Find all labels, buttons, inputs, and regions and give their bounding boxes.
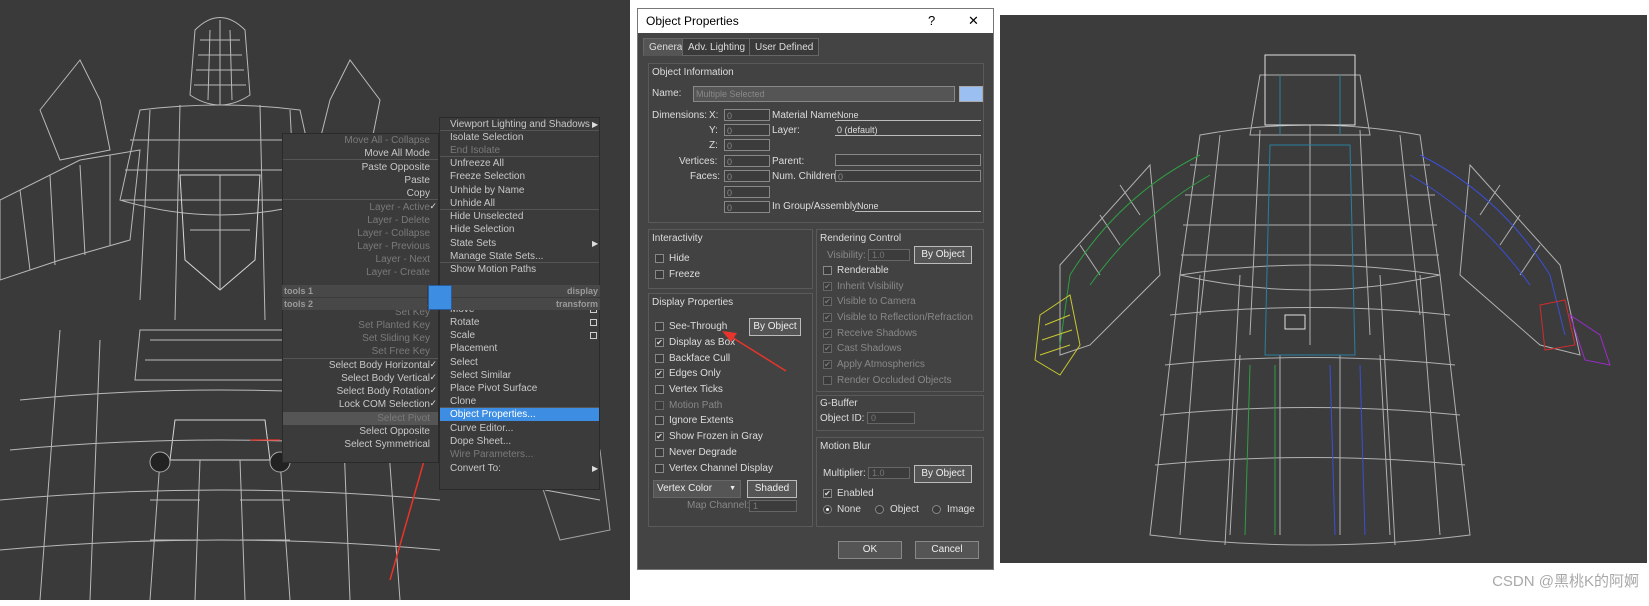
display-as-box-head bbox=[1264, 54, 1356, 126]
settings-box-icon[interactable] bbox=[590, 332, 597, 339]
tools1-header-left: tools 1 bbox=[282, 285, 427, 297]
menu-separator bbox=[440, 156, 599, 157]
quad-right-item[interactable]: Isolate Selection bbox=[450, 131, 595, 144]
quad-left-item[interactable]: Select Body Rotation bbox=[285, 385, 430, 398]
quad-right-item[interactable]: Unhide by Name bbox=[450, 184, 595, 197]
menu-separator bbox=[283, 424, 438, 425]
quad-right-item[interactable]: Hide Unselected bbox=[450, 210, 595, 223]
quad-right-item[interactable]: Unfreeze All bbox=[450, 157, 595, 170]
checkmark-icon: ✓ bbox=[429, 201, 437, 211]
quad-right-item-label: Wire Parameters... bbox=[450, 449, 534, 460]
quad-right-item-label: Unhide by Name bbox=[450, 185, 525, 196]
quad-right-item[interactable]: Placement bbox=[450, 342, 595, 355]
display-header-right: display bbox=[451, 285, 600, 297]
quad-left-item[interactable]: Move All - Collapse bbox=[285, 134, 430, 147]
menu-separator bbox=[440, 209, 599, 210]
checkmark-icon: ✓ bbox=[429, 372, 437, 382]
quad-left-item[interactable]: Select Body Vertical bbox=[285, 372, 430, 385]
menu-separator bbox=[440, 262, 599, 263]
quad-right-item[interactable]: Show Motion Paths bbox=[450, 263, 595, 276]
quad-right-item[interactable]: State Sets ▶ bbox=[450, 237, 598, 250]
menu-separator bbox=[283, 358, 438, 359]
quad-left-item[interactable]: Paste bbox=[285, 174, 430, 187]
quad-left-item[interactable]: Set Planted Key bbox=[285, 319, 430, 332]
checkmark-icon: ✓ bbox=[429, 359, 437, 369]
quad-left-item[interactable]: Layer - Delete bbox=[285, 214, 430, 227]
watermark-credit: CSDN @黑桃K的阿婀 bbox=[1492, 573, 1639, 590]
quad-right-item-label: Scale bbox=[450, 330, 476, 341]
quad-right-item-label: Freeze Selection bbox=[450, 171, 526, 182]
quad-right-item[interactable]: Select bbox=[450, 356, 595, 369]
quad-right-item[interactable]: Place Pivot Surface bbox=[450, 382, 595, 395]
quad-left-item[interactable]: Select Body Horizontal bbox=[285, 359, 430, 372]
quad-left-item[interactable]: Layer - Next bbox=[285, 253, 430, 266]
quad-right-item-label: Curve Editor... bbox=[450, 423, 514, 434]
quad-right-item-label: Dope Sheet... bbox=[450, 436, 512, 447]
annotation-arrow-dialog bbox=[722, 331, 787, 372]
quad-right-item-label: Place Pivot Surface bbox=[450, 383, 538, 394]
right-viewport[interactable] bbox=[1000, 15, 1647, 563]
quad-left-item[interactable]: Paste Opposite bbox=[285, 161, 430, 174]
quad-left-item[interactable]: Layer - Active bbox=[285, 201, 430, 214]
checkmark-icon: ✓ bbox=[429, 398, 437, 408]
quad-right-item[interactable]: Freeze Selection bbox=[450, 170, 595, 183]
object-properties-dialog: Object Properties ? ✕ General Adv. Light… bbox=[637, 8, 994, 570]
wireframe-character-box bbox=[1034, 54, 1611, 546]
menu-separator bbox=[440, 130, 599, 131]
checkmark-icon: ✓ bbox=[429, 385, 437, 395]
quad-right-item[interactable]: Dope Sheet... bbox=[450, 435, 595, 448]
quad-right-item[interactable]: Scale bbox=[450, 329, 597, 342]
quad-right-item-label: Hide Selection bbox=[450, 224, 515, 235]
quad-right-item-label: Viewport Lighting and Shadows bbox=[450, 119, 590, 130]
quad-right-item-label: Unhide All bbox=[450, 198, 496, 209]
quad-right-item-label: Show Motion Paths bbox=[450, 264, 537, 275]
quad-right-item-label: Manage State Sets... bbox=[450, 251, 544, 262]
quad-right-item[interactable]: Curve Editor... bbox=[450, 422, 595, 435]
quad-left-item[interactable]: Layer - Previous bbox=[285, 240, 430, 253]
quad-right-item-label: Hide Unselected bbox=[450, 211, 524, 222]
quad-right-item[interactable]: Hide Selection bbox=[450, 223, 595, 236]
quad-left-item[interactable]: Set Sliding Key bbox=[285, 332, 430, 345]
quad-left-item[interactable]: Set Free Key bbox=[285, 345, 430, 358]
quad-right-item-label: End Isolate bbox=[450, 145, 501, 156]
quad-left-item[interactable]: Layer - Collapse bbox=[285, 227, 430, 240]
quad-right-item-label: Convert To: bbox=[450, 463, 501, 474]
quad-right-item-label: Isolate Selection bbox=[450, 132, 524, 143]
quad-center-squares bbox=[428, 285, 452, 310]
quad-right-item[interactable]: Rotate bbox=[450, 316, 597, 329]
quad-right-item-label: Rotate bbox=[450, 317, 480, 328]
menu-separator bbox=[283, 159, 438, 160]
quad-right-item[interactable]: Wire Parameters... bbox=[450, 448, 595, 461]
quad-right-item[interactable]: Convert To: ▶ bbox=[450, 462, 598, 475]
quad-right-item[interactable]: Select Similar bbox=[450, 369, 595, 382]
settings-box-icon[interactable] bbox=[590, 319, 597, 326]
menu-separator bbox=[283, 199, 438, 200]
tools2-header-left: tools 2 bbox=[282, 298, 427, 310]
quad-right-item-label: Clone bbox=[450, 396, 477, 407]
quad-left-item[interactable]: Layer - Create bbox=[285, 266, 430, 279]
transform-header-right: transform bbox=[451, 298, 600, 310]
quad-left-item[interactable]: Select Opposite bbox=[285, 425, 430, 438]
quad-right-item-label: State Sets bbox=[450, 238, 497, 249]
quad-left-item[interactable]: Select Symmetrical bbox=[285, 438, 430, 451]
quad-left-item[interactable]: Lock COM Selection bbox=[285, 398, 430, 411]
quad-right-item-label: Object Properties... bbox=[450, 409, 536, 420]
object-properties-menu-item[interactable]: Object Properties... bbox=[440, 408, 599, 421]
quad-right-item-label: Unfreeze All bbox=[450, 158, 504, 169]
quad-right-item-label: Select Similar bbox=[450, 370, 512, 381]
left-viewport[interactable]: Move All - Collapse Move All Mode Paste Op… bbox=[0, 0, 630, 600]
quad-right-item-label: Select bbox=[450, 357, 478, 368]
quad-right-item-label: Placement bbox=[450, 343, 498, 354]
menu-separator bbox=[440, 407, 599, 408]
